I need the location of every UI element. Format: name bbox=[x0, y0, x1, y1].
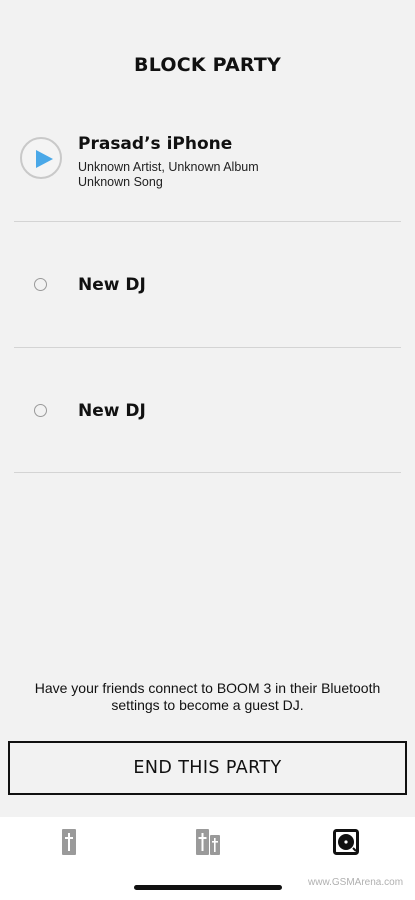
play-icon bbox=[36, 150, 53, 168]
radio-circle-icon[interactable] bbox=[34, 404, 47, 417]
radio-circle-icon[interactable] bbox=[34, 278, 47, 291]
dj-row-host[interactable]: Prasad’s iPhone Unknown Artist, Unknown … bbox=[14, 112, 401, 222]
home-indicator[interactable] bbox=[134, 885, 282, 890]
turntable-icon bbox=[333, 829, 359, 855]
end-party-button[interactable]: END THIS PARTY bbox=[8, 741, 407, 795]
song-text: Unknown Song bbox=[78, 175, 163, 189]
play-button[interactable] bbox=[20, 137, 62, 179]
page-title: BLOCK PARTY bbox=[134, 54, 281, 76]
tab-block-party[interactable] bbox=[326, 827, 366, 857]
dj-name: New DJ bbox=[78, 401, 146, 421]
single-speaker-icon bbox=[62, 829, 76, 855]
dj-row-guest-1[interactable]: New DJ bbox=[14, 222, 401, 348]
tab-multi-speaker[interactable] bbox=[188, 827, 228, 857]
dj-name: Prasad’s iPhone bbox=[78, 134, 233, 154]
artist-album-text: Unknown Artist, Unknown Album bbox=[78, 160, 259, 174]
multi-speaker-icon bbox=[196, 829, 220, 855]
dj-row-guest-2[interactable]: New DJ bbox=[14, 348, 401, 473]
dj-name: New DJ bbox=[78, 275, 146, 295]
guest-dj-hint: Have your friends connect to BOOM 3 in t… bbox=[34, 680, 381, 713]
tab-single-speaker[interactable] bbox=[49, 827, 89, 857]
watermark: www.GSMArena.com bbox=[308, 877, 404, 888]
